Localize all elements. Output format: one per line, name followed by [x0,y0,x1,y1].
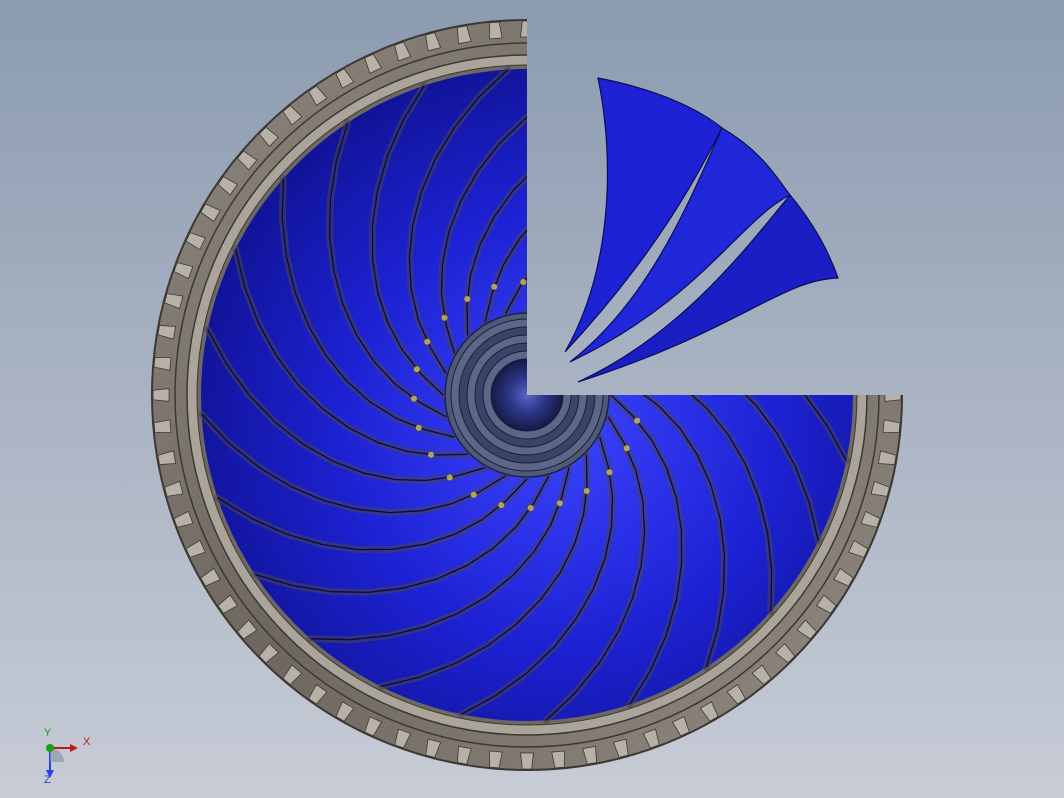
axis-y-label: Y [44,727,52,739]
cad-viewport[interactable]: X Y Z [0,0,1064,798]
axis-x-label: X [83,736,91,748]
axis-triad: X Y Z [30,728,100,792]
impeller-model[interactable] [0,0,1064,798]
axis-z-label: Z [44,774,51,786]
